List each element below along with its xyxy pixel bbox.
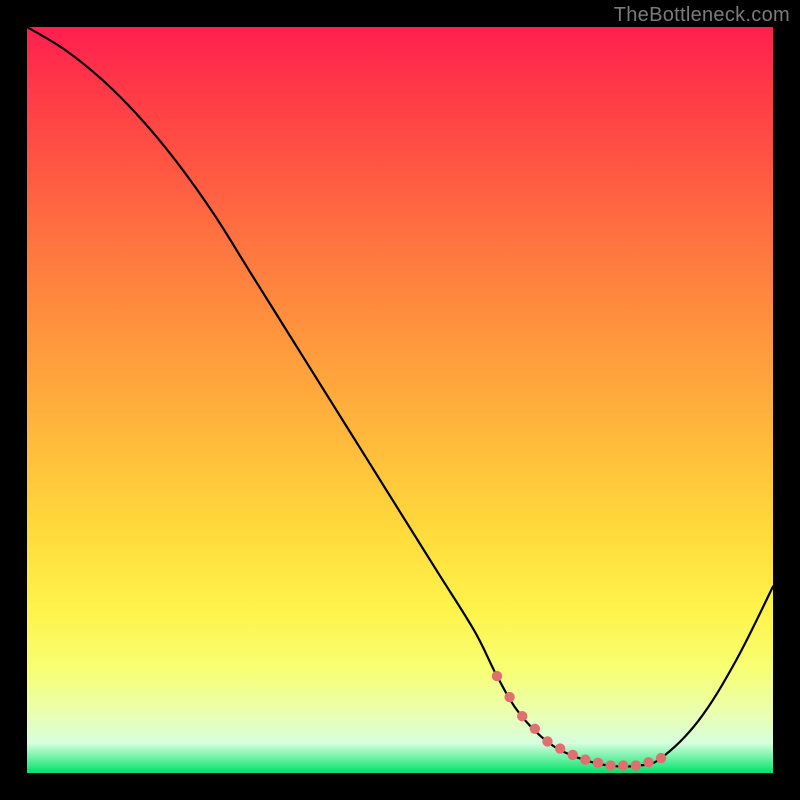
optimal-marker (517, 711, 527, 721)
watermark-text: TheBottleneck.com (614, 4, 790, 27)
optimal-zone-markers (492, 671, 667, 771)
optimal-marker (504, 692, 514, 702)
curve-layer (27, 27, 773, 773)
optimal-marker (542, 736, 552, 746)
optimal-marker (593, 758, 603, 768)
optimal-marker (580, 754, 590, 764)
optimal-marker (631, 760, 641, 770)
optimal-marker (530, 724, 540, 734)
bottleneck-curve (27, 27, 773, 767)
optimal-marker (568, 750, 578, 760)
optimal-marker (643, 757, 653, 767)
optimal-marker (492, 671, 502, 681)
optimal-marker (605, 760, 615, 770)
optimal-marker (656, 753, 666, 763)
optimal-marker (555, 743, 565, 753)
chart-stage: TheBottleneck.com (0, 0, 800, 800)
optimal-marker (618, 760, 628, 770)
plot-area (27, 27, 773, 773)
